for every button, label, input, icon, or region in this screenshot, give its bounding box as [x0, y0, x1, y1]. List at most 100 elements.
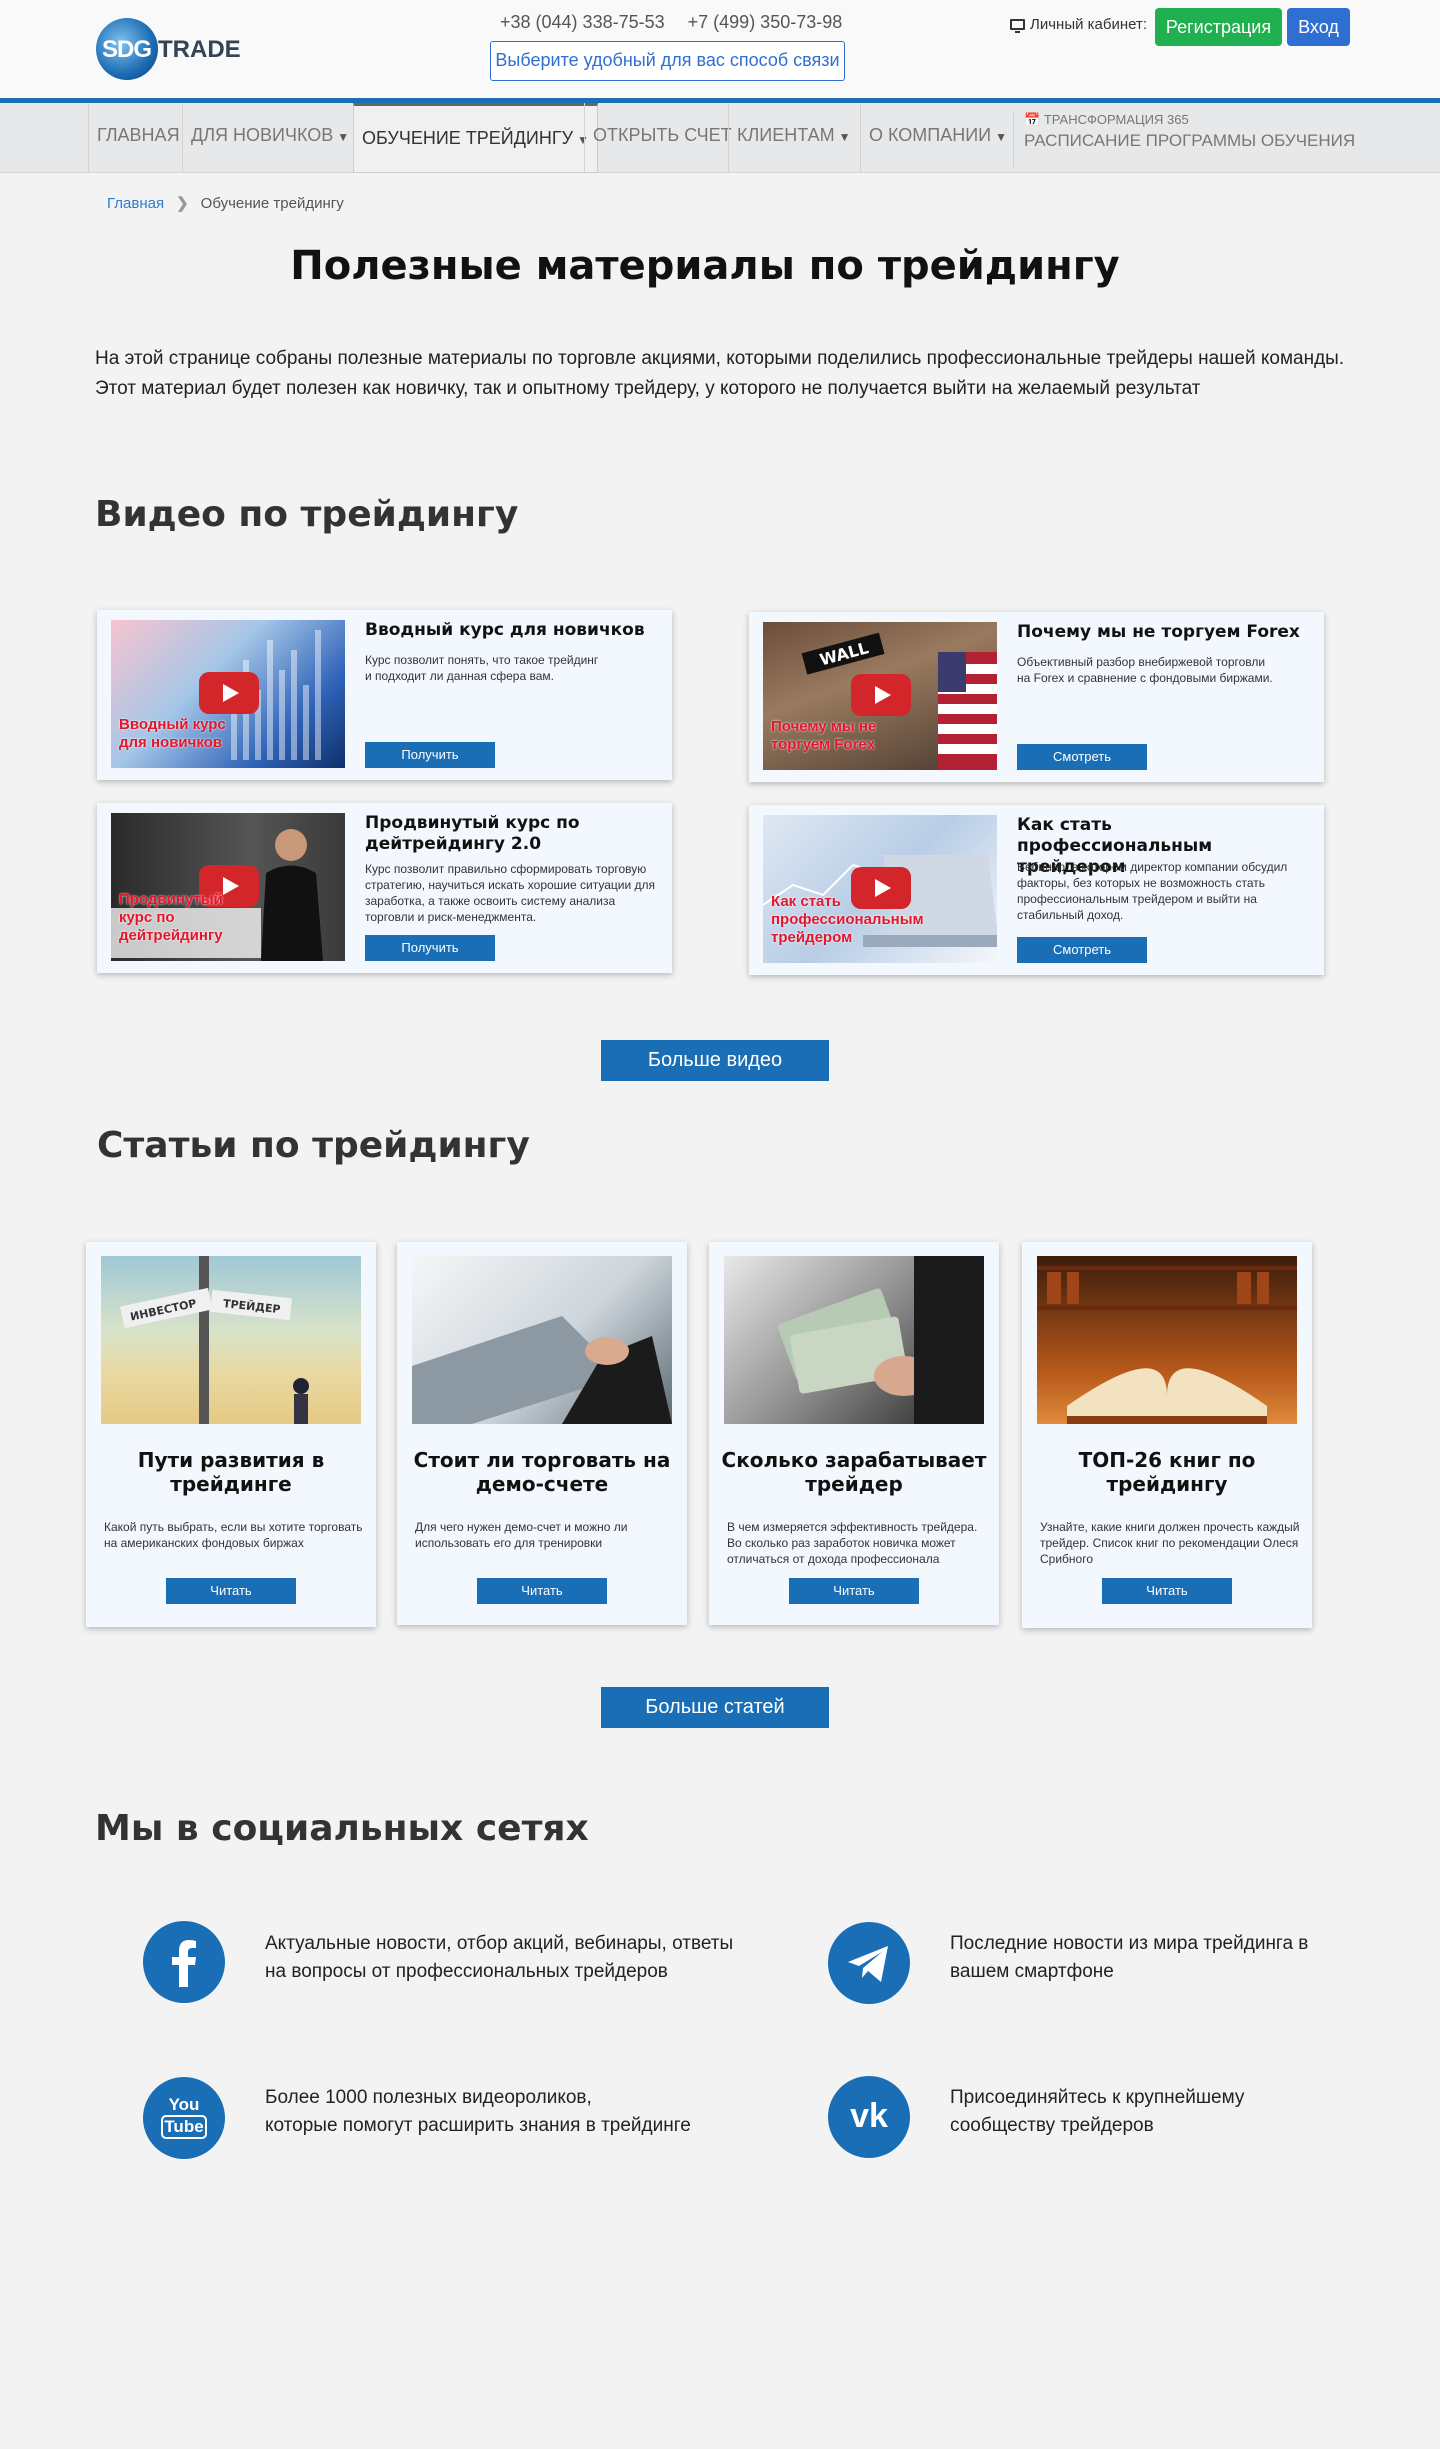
phone-1[interactable]: +38 (044) 338-75-53: [500, 12, 665, 32]
money-graphic: [777, 1256, 984, 1424]
facebook-text-line-1: Актуальные новости, отбор акций, вебинар…: [265, 1933, 734, 1954]
video-desc: Объективный разбор внебиржевой торговли …: [1017, 655, 1273, 685]
vk-text-line-2: сообществу трейдеров: [950, 2115, 1154, 2136]
article-image[interactable]: [1037, 1256, 1297, 1424]
video-caption: Продвинутый курс по дейтрейдингу: [119, 891, 223, 944]
breadcrumb-home[interactable]: Главная: [107, 195, 164, 212]
video-card: WALL Почему мы не торгуем Forex Почему м…: [749, 612, 1324, 782]
telegram-text-line-2: вашем смартфоне: [950, 1961, 1114, 1982]
chevron-down-icon: ▼: [838, 130, 851, 144]
intro-line-1: На этой странице собраны полезные матери…: [95, 348, 1345, 369]
calendar-icon: 📅: [1024, 112, 1041, 127]
article-title: ТОП-26 книг по трейдингу: [1078, 1448, 1256, 1496]
vk-text: Присоединяйтесь к крупнейшему сообществу …: [950, 2084, 1244, 2140]
read-button[interactable]: Читать: [477, 1578, 607, 1604]
cabinet-label: Личный кабинет:: [1010, 16, 1147, 33]
login-button[interactable]: Вход: [1287, 8, 1350, 46]
youtube-you: You: [168, 2095, 200, 2114]
more-videos-button[interactable]: Больше видео: [601, 1040, 829, 1081]
monitor-icon: [1010, 19, 1025, 33]
nav-open-account-label: ОТКРЫТЬ СЧЕТ: [593, 125, 732, 145]
vk-text-line-1: Присоединяйтесь к крупнейшему: [950, 2087, 1245, 2108]
breadcrumb: Главная ❯ Обучение трейдингу: [107, 194, 344, 212]
article-desc: Узнайте, какие книги должен прочесть каж…: [1040, 1520, 1300, 1566]
more-articles-button[interactable]: Больше статей: [601, 1687, 829, 1728]
video-caption: Вводный курс для новичков: [119, 716, 226, 751]
article-image[interactable]: [724, 1256, 984, 1424]
nav-home[interactable]: ГЛАВНАЯ: [88, 103, 188, 173]
nav-beginners-label: ДЛЯ НОВИЧКОВ: [191, 125, 334, 145]
books-graphic: [1037, 1266, 1297, 1424]
video-title: Вводный курс для новичков: [365, 620, 645, 640]
article-desc: Для чего нужен демо-счет и можно ли испо…: [415, 1520, 628, 1550]
nav-about-label: О КОМПАНИИ: [869, 125, 992, 145]
chevron-right-icon: ❯: [176, 195, 189, 212]
nav-about[interactable]: О КОМПАНИИ ▼: [860, 103, 1015, 173]
video-thumbnail[interactable]: Продвинутый курс по дейтрейдингу: [111, 813, 345, 961]
nav-training[interactable]: ОБУЧЕНИЕ ТРЕЙДИНГУ ▼: [353, 103, 598, 173]
read-button[interactable]: Читать: [166, 1578, 296, 1604]
video-thumbnail[interactable]: Как стать профессиональным трейдером: [763, 815, 997, 963]
intro-text: На этой странице собраны полезные матери…: [95, 344, 1355, 404]
nav-beginners[interactable]: ДЛЯ НОВИЧКОВ ▼: [182, 103, 357, 173]
article-image[interactable]: [412, 1256, 672, 1424]
vk-icon[interactable]: vk: [828, 2076, 910, 2158]
breadcrumb-current: Обучение трейдингу: [200, 195, 344, 212]
video-card: Продвинутый курс по дейтрейдингу Продвин…: [97, 803, 672, 973]
phone-2[interactable]: +7 (499) 350-73-98: [688, 12, 843, 32]
video-thumbnail[interactable]: WALL Почему мы не торгуем Forex: [763, 622, 997, 770]
article-image[interactable]: ИНВЕСТОР ТРЕЙДЕР: [101, 1256, 361, 1424]
video-caption: Почему мы не торгуем Forex: [771, 718, 877, 753]
video-card: Как стать профессиональным трейдером Как…: [749, 805, 1324, 975]
facebook-text-line-2: на вопросы от профессиональных трейдеров: [265, 1961, 668, 1982]
videos-heading: Видео по трейдингу: [95, 494, 519, 535]
laptop-hands-graphic: [412, 1316, 672, 1424]
play-icon[interactable]: [851, 674, 911, 716]
nav-open-account[interactable]: ОТКРЫТЬ СЧЕТ: [584, 103, 740, 173]
read-button[interactable]: Читать: [1102, 1578, 1232, 1604]
youtube-icon[interactable]: You Tube: [143, 2077, 225, 2159]
nav-clients-label: КЛИЕНТАМ: [737, 125, 835, 145]
video-get-button[interactable]: Получить: [365, 935, 495, 961]
logo-trade: TRADE: [158, 36, 241, 63]
logo[interactable]: SDG TRADE: [96, 18, 241, 82]
video-watch-button[interactable]: Смотреть: [1017, 937, 1147, 963]
register-button[interactable]: Регистрация: [1155, 8, 1282, 46]
nav-schedule[interactable]: 📅 ТРАНСФОРМАЦИЯ 365 РАСПИСАНИЕ ПРОГРАММЫ…: [1013, 112, 1355, 168]
chevron-down-icon: ▼: [995, 130, 1007, 144]
article-title: Стоит ли торговать на демо-счете: [413, 1448, 671, 1496]
video-watch-button[interactable]: Смотреть: [1017, 744, 1147, 770]
youtube-tube: Tube: [161, 2115, 207, 2139]
facebook-icon[interactable]: [143, 1921, 225, 2003]
article-card: Сколько зарабатывает трейдер В чем измер…: [709, 1242, 999, 1625]
article-card: ТОП-26 книг по трейдингу Узнайте, какие …: [1022, 1242, 1312, 1628]
video-get-button[interactable]: Получить: [365, 742, 495, 768]
play-icon[interactable]: [199, 672, 259, 714]
article-title: Пути развития в трейдинге: [137, 1448, 325, 1496]
telegram-icon[interactable]: [828, 1922, 910, 2004]
intro-line-2: Этот материал будет полезен как новичку,…: [95, 378, 1201, 399]
video-desc: Курс позволит понять, что такое трейдинг…: [365, 653, 599, 683]
contact-method-button[interactable]: Выберите удобный для вас способ связи: [490, 41, 845, 81]
telegram-text-line-1: Последние новости из мира трейдинга в: [950, 1933, 1309, 1954]
article-desc: В чем измеряется эффективность трейдера.…: [727, 1520, 978, 1566]
cabinet-text: Личный кабинет:: [1030, 16, 1148, 33]
video-desc: Курс позволит правильно сформировать тор…: [365, 862, 655, 924]
read-button[interactable]: Читать: [789, 1578, 919, 1604]
social-heading: Мы в социальных сетях: [95, 1808, 589, 1849]
page-title: Полезные материалы по трейдингу: [290, 243, 1120, 289]
nav-training-label: ОБУЧЕНИЕ ТРЕЙДИНГУ: [362, 128, 574, 148]
vk-glyph: vk: [850, 2097, 888, 2135]
phones: +38 (044) 338-75-53 +7 (499) 350-73-98: [500, 12, 860, 33]
youtube-text-line-1: Более 1000 полезных видеороликов,: [265, 2087, 592, 2108]
video-title: Продвинутый курс по дейтрейдингу 2.0: [365, 813, 580, 854]
nav-clients[interactable]: КЛИЕНТАМ ▼: [728, 103, 859, 173]
nav-home-label: ГЛАВНАЯ: [97, 125, 180, 145]
facebook-text: Актуальные новости, отбор акций, вебинар…: [265, 1930, 733, 1986]
video-card: Вводный курс для новичков Вводный курс д…: [97, 610, 672, 780]
article-desc: Какой путь выбрать, если вы хотите торго…: [104, 1520, 363, 1550]
video-caption: Как стать профессиональным трейдером: [771, 893, 924, 946]
video-thumbnail[interactable]: Вводный курс для новичков: [111, 620, 345, 768]
youtube-text-line-2: которые помогут расширить знания в трейд…: [265, 2115, 691, 2136]
nav-schedule-small: 📅 ТРАНСФОРМАЦИЯ 365: [1024, 112, 1355, 128]
